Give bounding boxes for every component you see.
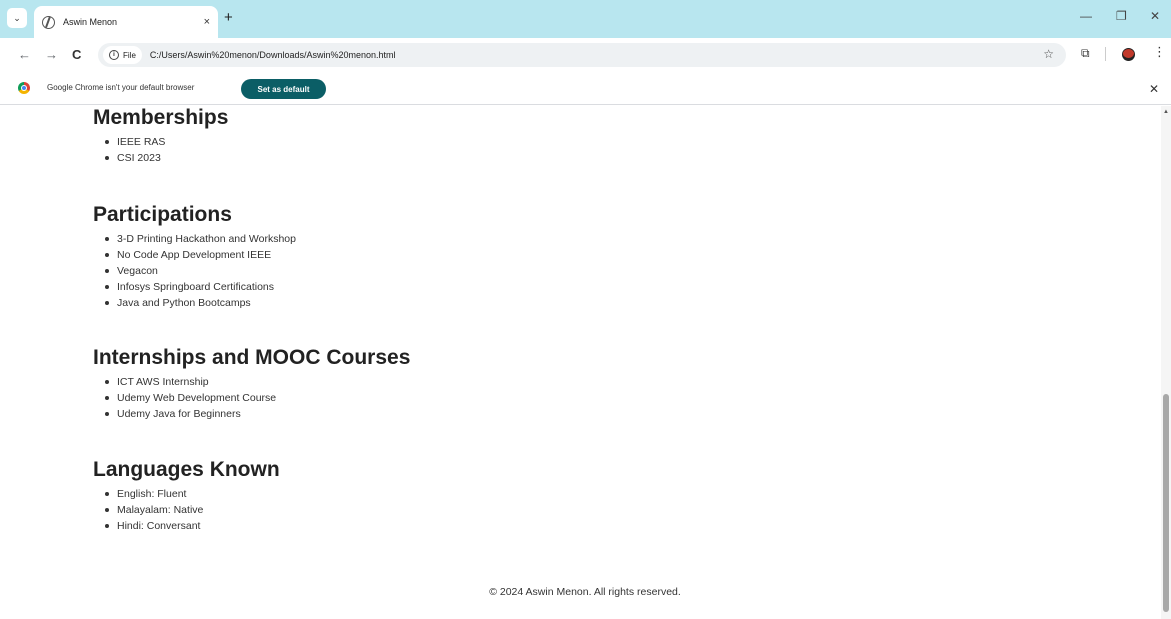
profile-avatar[interactable]: [1122, 48, 1135, 61]
site-info-chip[interactable]: i File: [103, 46, 142, 64]
section-list: English: Fluent Malayalam: Native Hindi:…: [93, 486, 280, 534]
section-memberships: Memberships IEEE RAS CSI 2023: [93, 106, 228, 166]
globe-icon: [42, 15, 55, 29]
list-item: English: Fluent: [93, 486, 280, 502]
chevron-down-icon: ⌄: [13, 12, 21, 23]
section-list: ICT AWS Internship Udemy Web Development…: [93, 374, 410, 422]
list-item: 3-D Printing Hackathon and Workshop: [93, 231, 296, 247]
section-languages: Languages Known English: Fluent Malayala…: [93, 458, 280, 534]
restore-button[interactable]: ❐: [1116, 9, 1127, 23]
section-title: Memberships: [93, 106, 229, 129]
section-list: IEEE RAS CSI 2023: [93, 134, 228, 166]
close-window-button[interactable]: ✕: [1150, 9, 1160, 23]
infobar-close-icon[interactable]: ✕: [1149, 82, 1159, 96]
back-icon[interactable]: ←: [18, 47, 31, 63]
minimize-button[interactable]: —: [1080, 9, 1092, 23]
new-tab-button[interactable]: +: [224, 9, 233, 27]
set-as-default-button[interactable]: Set as default: [241, 79, 326, 99]
tab-strip: ⌄ Aswin Menon × + — ❐ ✕: [0, 0, 1171, 38]
site-info-label: File: [123, 50, 136, 60]
browser-tab[interactable]: Aswin Menon ×: [34, 6, 218, 38]
address-bar[interactable]: i File C:/Users/Aswin%20menon/Downloads/…: [98, 43, 1066, 67]
toolbar-divider: [1105, 47, 1106, 61]
list-item: Vegacon: [93, 263, 296, 279]
scroll-up-arrow-icon[interactable]: ▲: [1163, 109, 1169, 115]
section-participations: Participations 3-D Printing Hackathon an…: [93, 203, 296, 311]
tab-title: Aswin Menon: [63, 17, 118, 27]
reload-icon[interactable]: C: [72, 47, 81, 63]
list-item: Java and Python Bootcamps: [93, 295, 296, 311]
url-text[interactable]: C:/Users/Aswin%20menon/Downloads/Aswin%2…: [150, 50, 396, 60]
scrollbar-thumb[interactable]: [1163, 394, 1169, 612]
forward-icon[interactable]: →: [45, 47, 58, 63]
bookmark-star-icon[interactable]: ☆: [1043, 47, 1054, 61]
list-item: Infosys Springboard Certifications: [93, 279, 296, 295]
section-internships: Internships and MOOC Courses ICT AWS Int…: [93, 346, 410, 422]
page-content: Memberships IEEE RAS CSI 2023 Participat…: [0, 106, 1160, 619]
chrome-logo-icon: [18, 82, 30, 94]
list-item: Hindi: Conversant: [93, 518, 280, 534]
default-browser-infobar: Google Chrome isn't your default browser: [0, 72, 1171, 105]
list-item: CSI 2023: [93, 150, 228, 166]
tab-close-icon[interactable]: ×: [204, 16, 210, 28]
section-title: Languages Known: [93, 458, 280, 481]
page-footer: © 2024 Aswin Menon. All rights reserved.: [489, 586, 681, 598]
list-item: IEEE RAS: [93, 134, 228, 150]
info-icon: i: [109, 50, 119, 60]
list-item: ICT AWS Internship: [93, 374, 410, 390]
section-title: Participations: [93, 203, 232, 226]
menu-kebab-icon[interactable]: ⋮: [1153, 45, 1166, 58]
section-list: 3-D Printing Hackathon and Workshop No C…: [93, 231, 296, 311]
infobar-message: Google Chrome isn't your default browser: [47, 83, 195, 92]
extensions-icon[interactable]: ⧉: [1081, 46, 1090, 61]
section-title: Internships and MOOC Courses: [93, 346, 411, 369]
list-item: Udemy Java for Beginners: [93, 406, 410, 422]
list-item: Malayalam: Native: [93, 502, 280, 518]
list-item: No Code App Development IEEE: [93, 247, 296, 263]
tab-search-button[interactable]: ⌄: [7, 8, 27, 28]
list-item: Udemy Web Development Course: [93, 390, 410, 406]
